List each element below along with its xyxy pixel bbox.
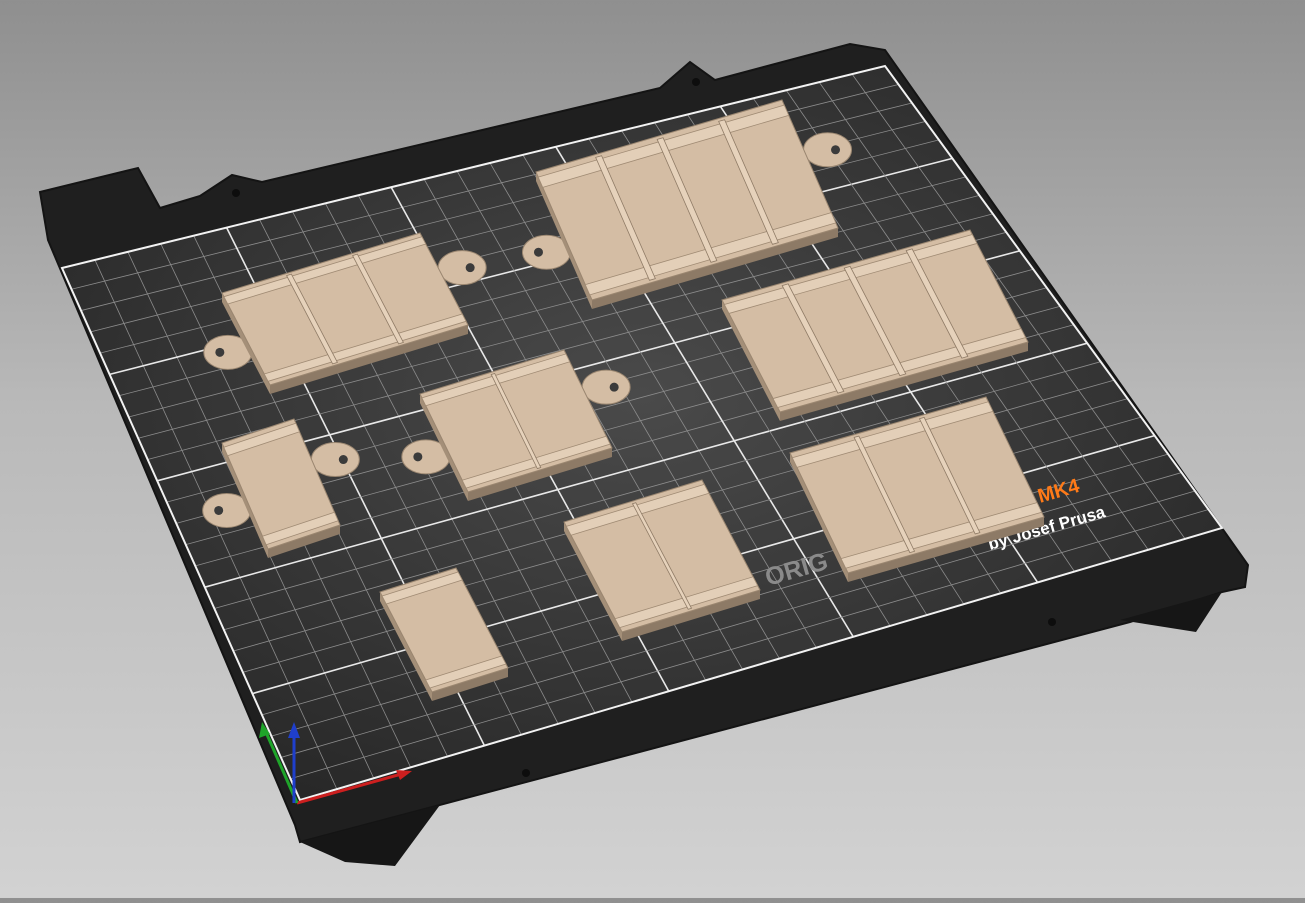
- screw-hole: [465, 263, 475, 273]
- mount-tab: [581, 369, 631, 405]
- mount-hole: [232, 189, 240, 197]
- screw-hole: [338, 455, 348, 465]
- screw-hole: [413, 452, 423, 462]
- mount-hole: [692, 78, 700, 86]
- screw-hole: [215, 347, 225, 357]
- screw-hole: [533, 247, 543, 257]
- screw-hole: [214, 505, 224, 515]
- 3d-viewport[interactable]: ORIG MK4 by Josef Prusa: [0, 0, 1305, 898]
- mount-tab: [310, 442, 360, 478]
- mount-hole: [522, 769, 530, 777]
- mount-hole: [1048, 618, 1056, 626]
- mount-tab: [437, 250, 487, 286]
- screw-hole: [609, 382, 619, 392]
- screw-hole: [831, 145, 841, 155]
- mount-tab: [803, 132, 853, 168]
